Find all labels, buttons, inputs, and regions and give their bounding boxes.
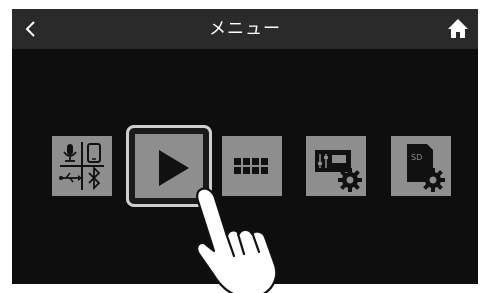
home-icon [448, 19, 468, 38]
header-bar: メニュー [12, 9, 478, 49]
page-title: メニュー [209, 19, 281, 39]
home-button[interactable] [442, 13, 474, 45]
io-settings-tile[interactable] [52, 136, 112, 196]
pointing-hand-icon [196, 187, 278, 293]
sd-card-gear-icon: SD [407, 144, 445, 192]
mic-phone-usb-bluetooth-icon [59, 142, 104, 191]
mixer-settings-tile[interactable] [306, 136, 366, 196]
svg-text:SD: SD [411, 153, 422, 162]
sd-card-settings-tile[interactable]: SD [391, 136, 451, 196]
mixer-gear-icon [315, 150, 362, 192]
